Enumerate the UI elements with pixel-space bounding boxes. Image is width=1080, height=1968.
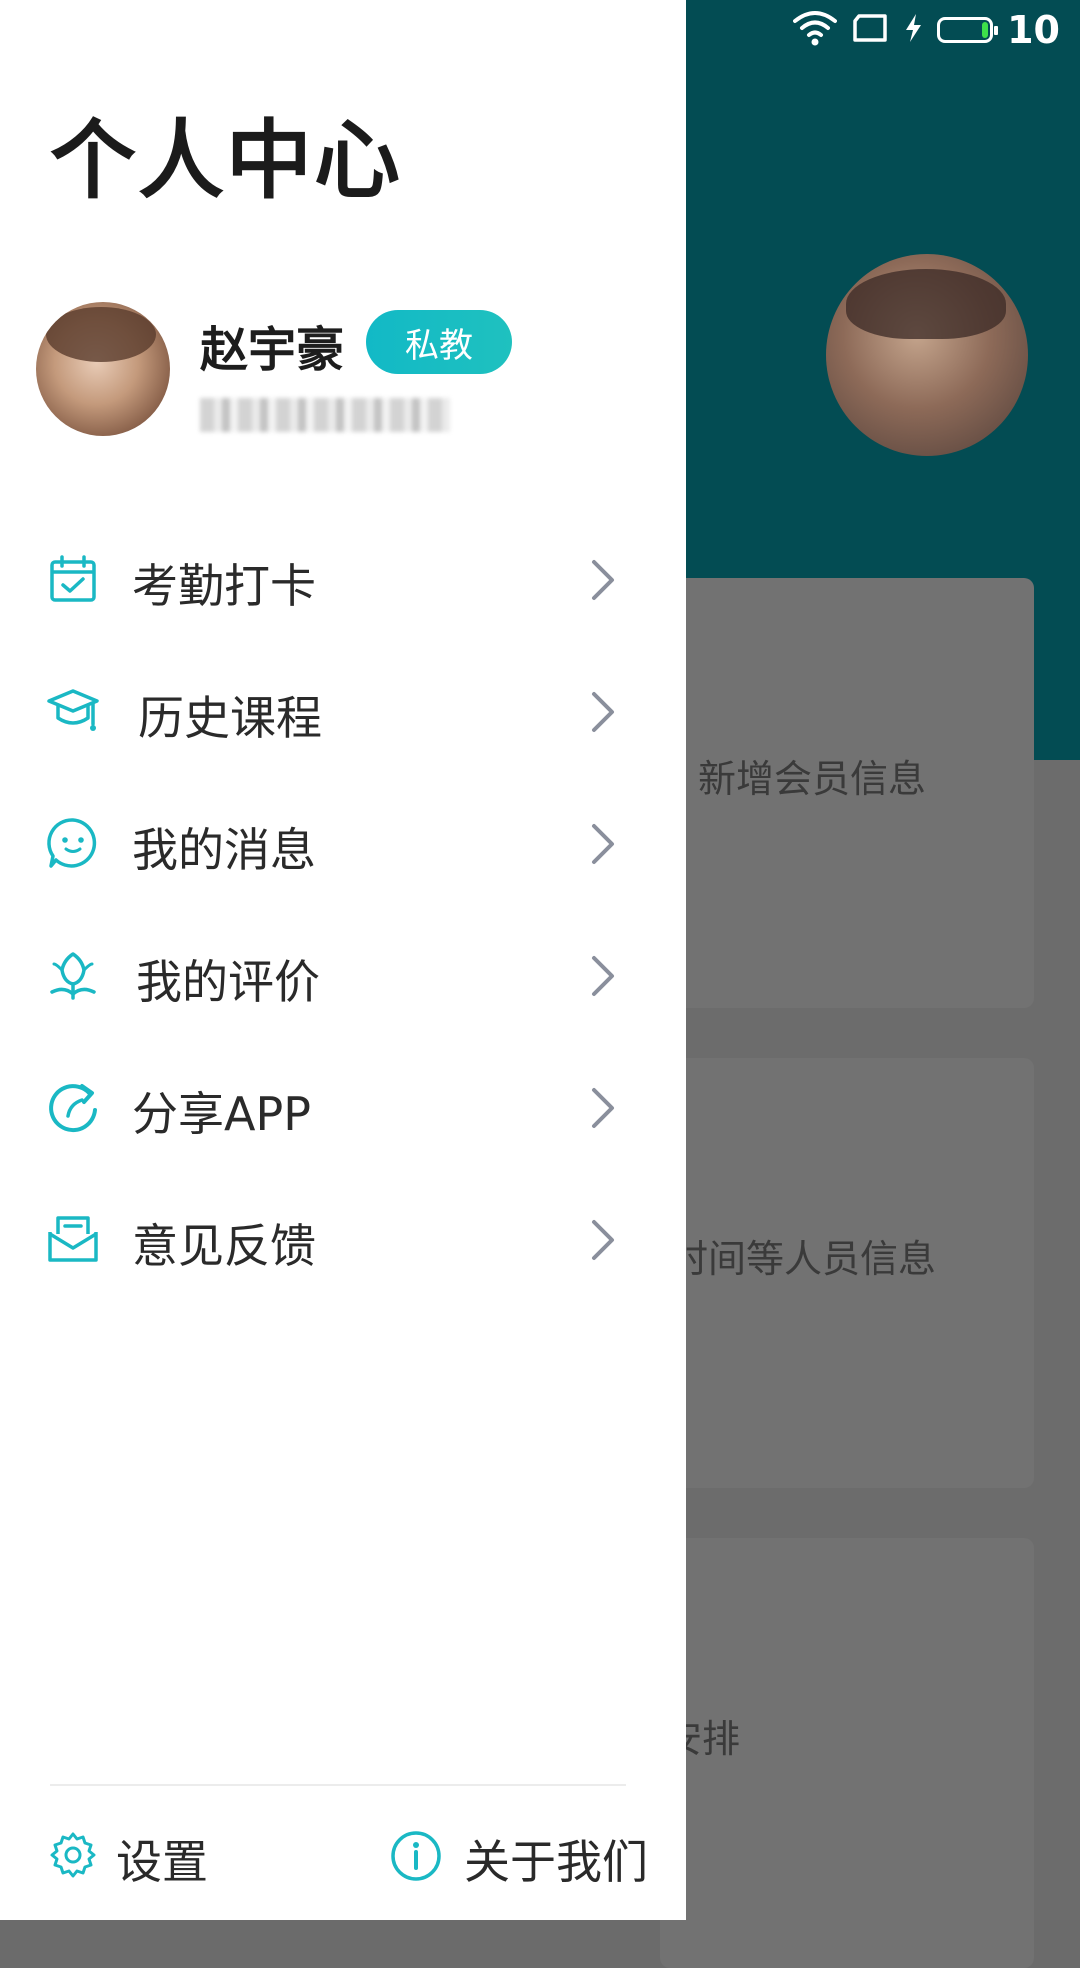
info-icon (390, 1830, 441, 1881)
menu-item-attendance[interactable]: 考勤打卡 (0, 530, 686, 630)
menu-item-label: 意见反馈 (132, 1219, 316, 1273)
page-title: 个人中心 (50, 111, 402, 211)
battery-level: 10 (1007, 8, 1060, 52)
background-card: 新增会员信息 (660, 578, 1034, 1008)
settings-button[interactable]: 设置 (48, 1826, 248, 1889)
calendar-check-icon (46, 552, 100, 606)
footer-divider (50, 1784, 626, 1786)
charging-bolt-icon (903, 13, 923, 47)
menu-item-label: 考勤打卡 (132, 559, 316, 613)
chevron-right-icon (588, 1218, 618, 1262)
menu-item-my-messages[interactable]: 我的消息 (0, 794, 686, 894)
background-card-text: 时间等人员信息 (670, 1237, 937, 1281)
chevron-right-icon (588, 690, 618, 734)
menu-item-share-app[interactable]: 分享APP (0, 1058, 686, 1158)
settings-label: 设置 (116, 1835, 208, 1889)
menu-item-label: 历史课程 (138, 691, 322, 745)
avatar[interactable] (36, 302, 170, 436)
chat-smile-icon (46, 816, 100, 870)
background-card-text: 新增会员信息 (698, 757, 927, 801)
share-refresh-icon (46, 1080, 100, 1134)
envelope-icon (46, 1212, 100, 1266)
battery-icon (937, 17, 999, 43)
chevron-right-icon (588, 822, 618, 866)
background-card: 安排 (660, 1538, 1034, 1968)
menu-item-my-reviews[interactable]: 我的评价 (0, 926, 686, 1026)
chevron-right-icon (588, 558, 618, 602)
menu-item-label: 分享APP (132, 1087, 311, 1141)
menu-item-label: 我的评价 (136, 955, 320, 1009)
chevron-right-icon (588, 1086, 618, 1130)
user-phone-redacted (200, 398, 450, 432)
flower-icon (46, 948, 100, 1002)
about-us-label: 关于我们 (464, 1835, 648, 1889)
user-name: 赵宇豪 (200, 322, 345, 378)
chevron-right-icon (588, 954, 618, 998)
sim-card-icon (851, 13, 889, 47)
navigation-drawer: 个人中心 赵宇豪 私教 考勤打卡 历史课程 我的消息 我的评价 分享APP 意见… (0, 0, 686, 1920)
graduation-cap-icon (46, 684, 100, 738)
gear-icon (48, 1830, 98, 1880)
background-card: 时间等人员信息 (660, 1058, 1034, 1488)
status-bar: 10 (793, 8, 1060, 52)
menu-item-history-courses[interactable]: 历史课程 (0, 662, 686, 762)
about-us-button[interactable]: 关于我们 (390, 1826, 680, 1889)
role-badge: 私教 (366, 310, 512, 374)
background-avatar (826, 254, 1028, 456)
menu-item-label: 我的消息 (132, 823, 316, 877)
wifi-icon (793, 9, 838, 51)
menu-item-feedback[interactable]: 意见反馈 (0, 1190, 686, 1290)
